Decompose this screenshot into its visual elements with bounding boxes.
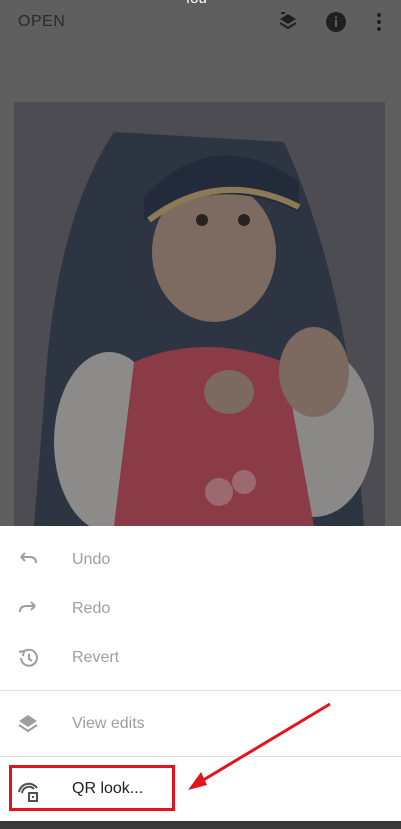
annotation-arrow [188,702,331,790]
nav-bar-strip [0,821,401,829]
